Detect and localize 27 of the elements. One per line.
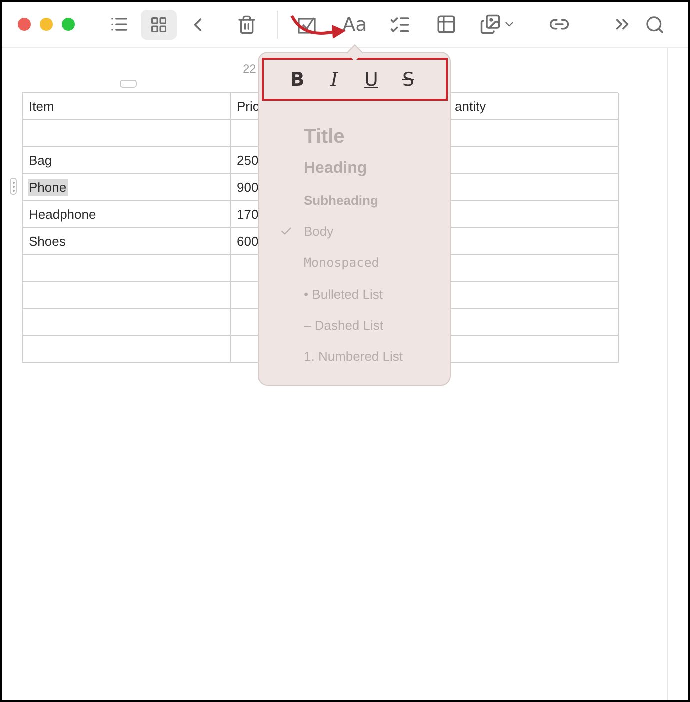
text-style-button[interactable]: I (326, 68, 343, 90)
paragraph-style-item[interactable]: Monospaced (304, 255, 380, 270)
cell-text: Shoes (28, 232, 67, 250)
grid-icon (150, 16, 168, 34)
view-button[interactable] (141, 10, 177, 40)
column-header: Item (23, 93, 231, 120)
text-style-button[interactable]: S (400, 68, 417, 90)
paragraph-style-item[interactable]: 1. Numbered List (304, 349, 403, 364)
cell-text: Headphone (28, 206, 98, 222)
row-handle[interactable] (10, 178, 17, 195)
date-text: 22 (243, 62, 258, 78)
cell-text: Phone (28, 178, 68, 196)
trash-icon (237, 14, 257, 34)
paragraph-style-item[interactable]: • Bulleted List (304, 286, 383, 302)
close-button[interactable] (18, 18, 31, 31)
text-style-button[interactable]: U (363, 68, 380, 90)
list-icon (110, 15, 128, 34)
table-icon (436, 14, 456, 35)
paragraph-style-item[interactable]: – Dashed List (304, 318, 384, 333)
format-button[interactable]: Aa (338, 10, 372, 40)
search-icon (645, 14, 665, 34)
cell-text: Bag (28, 152, 54, 168)
text-style-button[interactable]: B (289, 68, 306, 90)
column-handle[interactable] (120, 80, 137, 88)
images-icon (480, 14, 501, 35)
paragraph-style-item[interactable]: Title (304, 126, 345, 150)
checkbox-icon (298, 16, 318, 34)
